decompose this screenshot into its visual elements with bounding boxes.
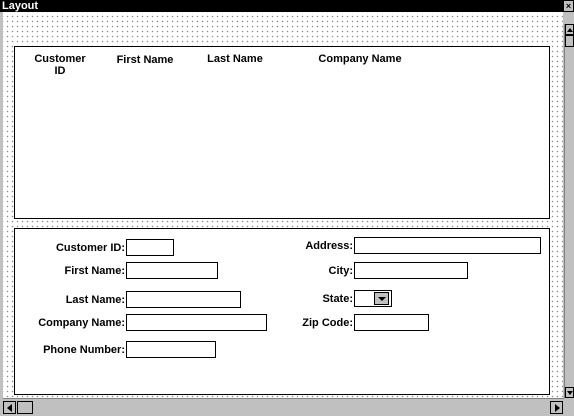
zip-code-label: Zip Code:: [302, 317, 353, 329]
column-header-customer-id[interactable]: Customer ID: [34, 53, 86, 77]
vertical-scrollbar[interactable]: [564, 24, 574, 398]
last-name-label: Last Name:: [65, 294, 125, 306]
arrow-down-icon[interactable]: [565, 387, 574, 398]
last-name-field[interactable]: [126, 291, 241, 308]
chevron-down-icon[interactable]: [374, 292, 389, 305]
first-name-label: First Name:: [64, 265, 125, 277]
arrow-up-icon[interactable]: [565, 24, 574, 35]
state-label: State:: [322, 293, 353, 305]
window-title: Layout: [2, 0, 39, 12]
column-header-company-name[interactable]: Company Name: [315, 53, 405, 65]
address-label: Address:: [305, 240, 353, 252]
vertical-scroll-thumb[interactable]: [565, 35, 574, 47]
arrow-left-icon[interactable]: [3, 401, 16, 414]
phone-number-field[interactable]: [126, 341, 216, 358]
scrollbar-corner: [564, 398, 574, 416]
city-field[interactable]: [354, 262, 468, 279]
address-field[interactable]: [354, 237, 541, 254]
customer-detail-panel: Customer ID: First Name: Last Name: Comp…: [14, 228, 550, 395]
customer-list-panel[interactable]: Customer ID First Name Last Name Company…: [14, 46, 550, 219]
horizontal-scrollbar[interactable]: [3, 398, 564, 416]
layout-canvas: Customer ID First Name Last Name Company…: [3, 12, 563, 398]
column-header-last-name[interactable]: Last Name: [205, 53, 265, 65]
company-name-label: Company Name:: [38, 317, 125, 329]
company-name-field[interactable]: [126, 314, 267, 331]
close-button[interactable]: ×: [564, 1, 573, 11]
title-bar: Layout ×: [0, 0, 574, 12]
first-name-field[interactable]: [126, 262, 218, 279]
customer-id-field[interactable]: [126, 239, 174, 256]
horizontal-scroll-thumb[interactable]: [17, 401, 33, 414]
zip-code-field[interactable]: [354, 314, 429, 331]
state-dropdown[interactable]: [354, 290, 392, 307]
column-header-first-name[interactable]: First Name: [115, 54, 175, 66]
arrow-right-icon[interactable]: [550, 401, 563, 414]
phone-number-label: Phone Number:: [43, 344, 125, 356]
city-label: City:: [328, 265, 353, 277]
customer-id-label: Customer ID:: [55, 242, 125, 254]
